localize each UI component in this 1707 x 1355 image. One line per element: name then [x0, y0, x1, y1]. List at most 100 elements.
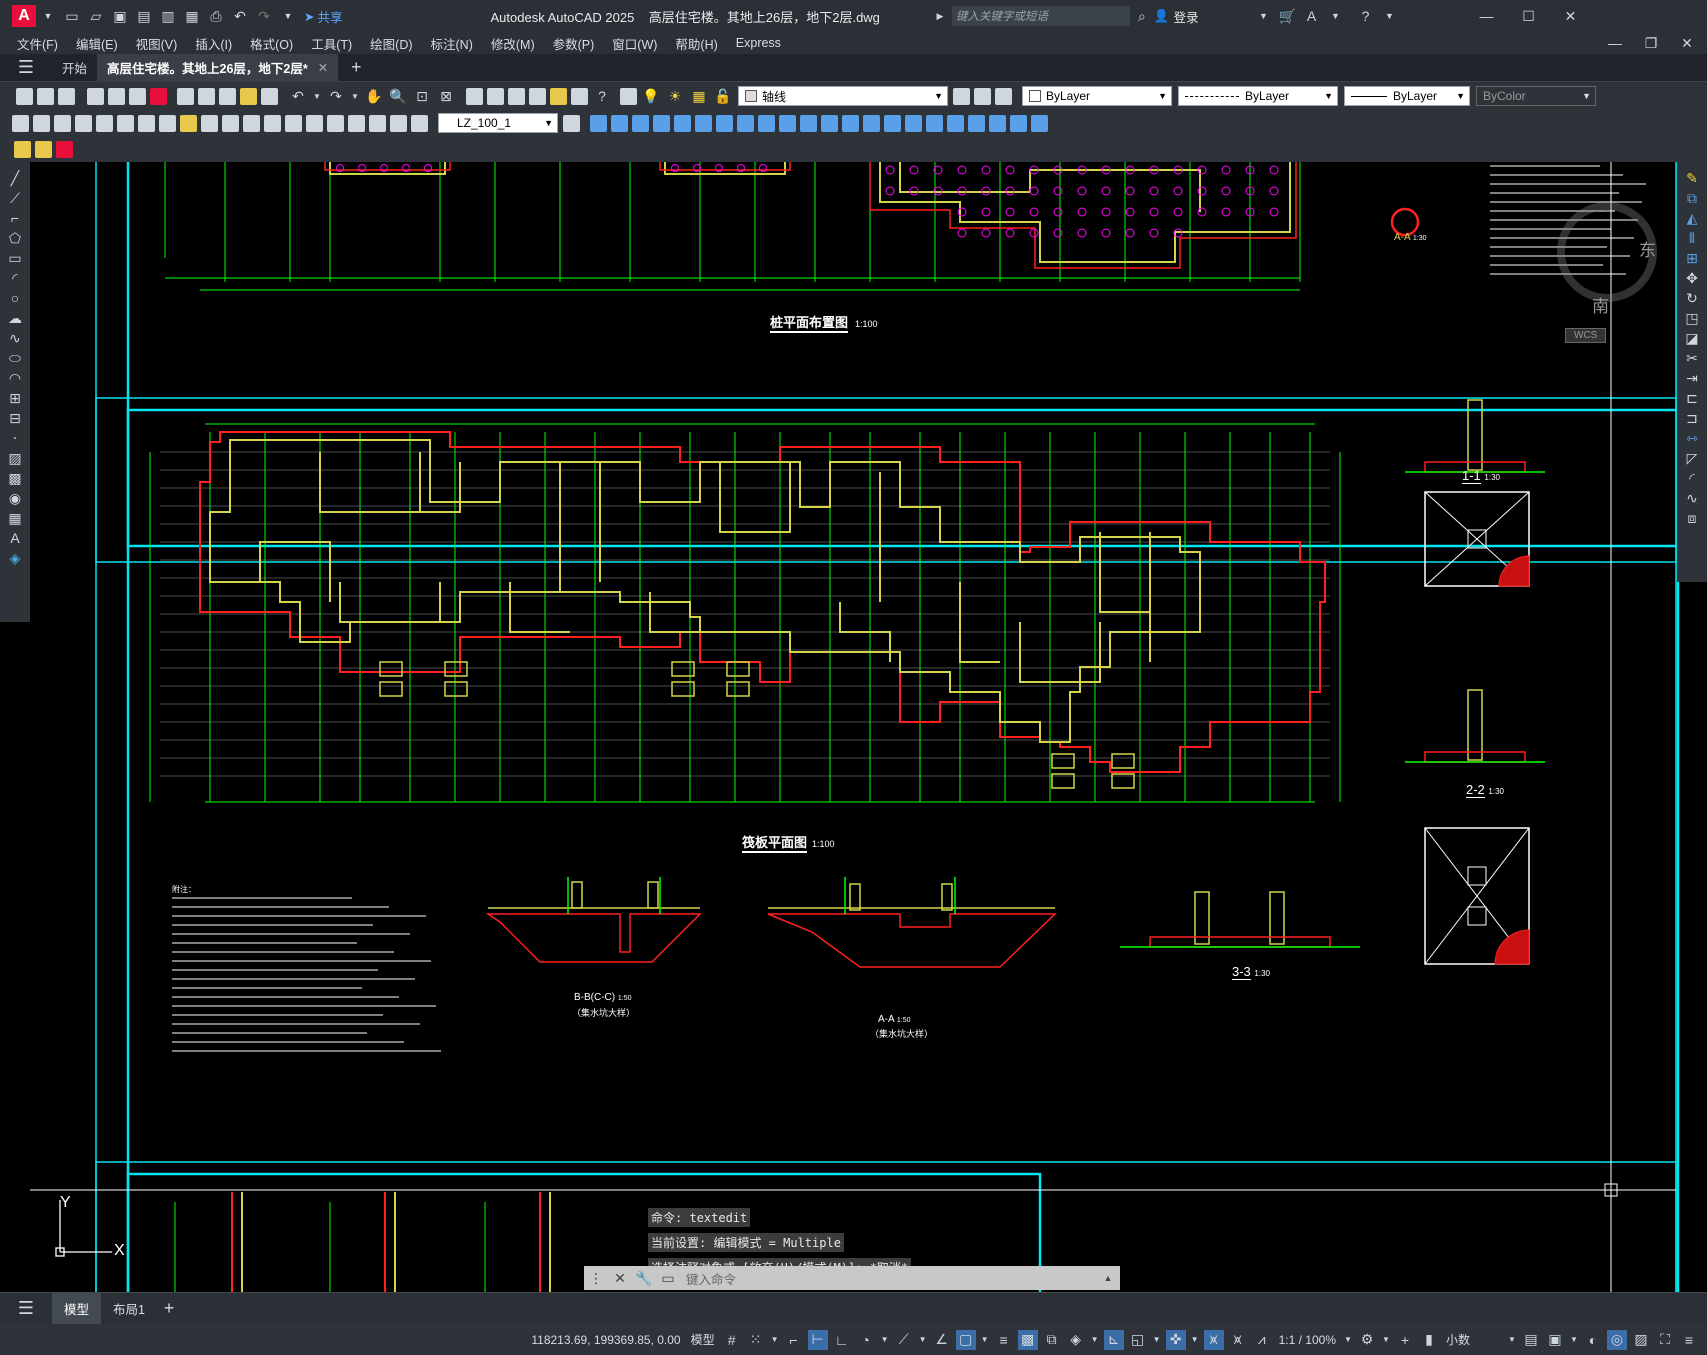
ellipse-arc-icon[interactable]: ◠ [5, 368, 25, 388]
line-icon[interactable]: ╱ [5, 168, 25, 188]
quick-access-dropdown-icon[interactable]: ▼ [278, 6, 298, 26]
zoom-previous-icon[interactable]: ⊠ [436, 86, 456, 106]
annotation-scale-icon[interactable]: ⩘ [1252, 1330, 1272, 1350]
add-selected-icon[interactable]: ◈ [5, 548, 25, 568]
selection-cycling-icon[interactable]: ⧉ [1042, 1330, 1062, 1350]
grid-display-icon[interactable]: # [722, 1330, 742, 1350]
workspace-gear-icon[interactable]: ⚙ [1357, 1330, 1377, 1350]
modify-erase-icon[interactable] [590, 114, 607, 132]
publish-icon[interactable] [129, 87, 146, 105]
coordinate-readout[interactable]: 118213.69, 199369.85, 0.00 [526, 1333, 685, 1347]
dim-continue-icon[interactable] [222, 114, 239, 132]
move-icon[interactable]: ✥ [1682, 268, 1702, 288]
properties-icon[interactable] [466, 87, 483, 105]
menu-edit[interactable]: 编辑(E) [67, 34, 127, 53]
fullscreen-icon[interactable]: ⛶ [1655, 1330, 1675, 1350]
modify-explode-icon[interactable] [905, 114, 922, 132]
viewcube[interactable]: 东 南 WCS [1547, 182, 1657, 362]
layer-freeze-sun-icon[interactable]: ☀ [665, 86, 685, 106]
gradient-icon[interactable]: ▩ [5, 468, 25, 488]
jogged-linear-icon[interactable] [348, 114, 365, 132]
menu-insert[interactable]: 插入(I) [186, 34, 241, 53]
layer-properties-icon[interactable] [620, 87, 637, 105]
ortho-mode-icon[interactable]: ∟ [832, 1330, 852, 1350]
make-block-icon[interactable]: ⊟ [5, 408, 25, 428]
modify-mirror-icon[interactable] [632, 114, 649, 132]
zoom-window-icon[interactable]: ⊡ [412, 86, 432, 106]
isometric-drafting-icon[interactable]: ⟋ [894, 1330, 914, 1350]
qnew-icon[interactable] [16, 87, 33, 105]
modify-extend-icon[interactable] [800, 114, 817, 132]
search-icon[interactable]: ⌕ [1132, 6, 1152, 26]
object-snap-icon[interactable]: ▢ [955, 1329, 976, 1350]
rotate-icon[interactable]: ↻ [1682, 288, 1702, 308]
plotstyle-dropdown[interactable]: ByColor ▼ [1476, 86, 1596, 106]
save-icon[interactable]: ▣ [110, 6, 130, 26]
dimstyle-manager-icon[interactable] [563, 114, 580, 132]
plot-icon[interactable]: ⎙ [206, 6, 226, 26]
search-arrow-icon[interactable]: ▶ [930, 6, 950, 26]
modify-rotate-icon[interactable] [716, 114, 733, 132]
match-properties-icon[interactable] [240, 87, 257, 105]
dim-arc-icon[interactable] [54, 114, 71, 132]
block-attribute-icon[interactable] [35, 140, 52, 158]
selection-filter-icon[interactable]: ◱ [1128, 1330, 1148, 1350]
dim-diameter-icon[interactable] [138, 114, 155, 132]
break-icon[interactable]: ⊐ [1682, 408, 1702, 428]
minimize-icon[interactable]: — [1477, 6, 1497, 26]
polar-tracking-icon[interactable]: ◔ [856, 1330, 876, 1350]
isometric-dropdown-icon[interactable]: ▼ [918, 1330, 928, 1350]
units-value[interactable]: 小数 [1441, 1331, 1505, 1348]
polyline-icon[interactable]: ⌐ [5, 208, 25, 228]
stretch-icon[interactable]: ◪ [1682, 328, 1702, 348]
join-icon[interactable]: ⇿ [1682, 428, 1702, 448]
model-space-toggle[interactable]: 模型 [686, 1331, 720, 1348]
units-dropdown-icon[interactable]: ▼ [1507, 1330, 1517, 1350]
cut-icon[interactable] [177, 87, 194, 105]
modify-break-icon[interactable] [821, 114, 838, 132]
layer-state-icon[interactable] [995, 87, 1012, 105]
qsave-icon[interactable] [58, 87, 75, 105]
redo-icon[interactable]: ↷ [254, 6, 274, 26]
command-prompt-icon[interactable]: ▭ [658, 1268, 678, 1288]
3d-snap-dropdown-icon[interactable]: ▼ [1090, 1330, 1100, 1350]
tab-model[interactable]: 模型 [52, 1292, 102, 1325]
extend-icon[interactable]: ⇥ [1682, 368, 1702, 388]
dim-update-icon[interactable] [411, 114, 428, 132]
insert-block-icon[interactable]: ⊞ [5, 388, 25, 408]
copy-icon[interactable] [198, 87, 215, 105]
dim-linear-icon[interactable] [12, 114, 29, 132]
table-insert-icon[interactable] [56, 140, 73, 158]
pan-icon[interactable]: ✋ [364, 86, 384, 106]
undo-icon[interactable]: ↶ [230, 6, 250, 26]
modify-copy-icon[interactable] [611, 114, 628, 132]
close-icon[interactable]: ✕ [1561, 6, 1581, 26]
workspace-dropdown-icon[interactable]: ▼ [1381, 1330, 1391, 1350]
tab-close-icon[interactable]: ✕ [318, 60, 328, 75]
menu-express[interactable]: Express [727, 36, 790, 50]
block-insert-icon[interactable] [14, 140, 31, 158]
quick-properties-icon[interactable]: ▤ [1521, 1330, 1541, 1350]
graphics-performance-icon[interactable]: ◎ [1607, 1329, 1627, 1350]
command-history-toggle-icon[interactable]: ▲ [1098, 1268, 1118, 1288]
chamfer-icon[interactable]: ◸ [1682, 448, 1702, 468]
3d-object-snap-icon[interactable]: ◈ [1066, 1330, 1086, 1350]
annotation-scale-value[interactable]: 1:1 / 100% [1274, 1333, 1341, 1347]
multiline-text-icon[interactable]: A [5, 528, 25, 548]
break-at-point-icon[interactable]: ⊏ [1682, 388, 1702, 408]
print-preview-icon[interactable] [108, 87, 125, 105]
markup-icon[interactable] [550, 87, 567, 105]
modify-trim-icon[interactable] [779, 114, 796, 132]
doc-restore-icon[interactable]: ❐ [1641, 33, 1661, 53]
menu-dimension[interactable]: 标注(N) [422, 34, 482, 53]
modify-edit-spline-icon[interactable] [1010, 114, 1027, 132]
lineweight-icon[interactable]: ≡ [994, 1330, 1014, 1350]
dim-angular-icon[interactable] [159, 114, 176, 132]
point-icon[interactable]: ⋅ [5, 428, 25, 448]
command-line-close-icon[interactable]: ✕ [610, 1268, 630, 1288]
color-dropdown[interactable]: ByLayer ▼ [1022, 86, 1172, 106]
copy-object-icon[interactable]: ⧉ [1682, 188, 1702, 208]
modify-array-icon[interactable] [674, 114, 691, 132]
blend-curves-icon[interactable]: ∿ [1682, 488, 1702, 508]
menu-tools[interactable]: 工具(T) [302, 34, 361, 53]
